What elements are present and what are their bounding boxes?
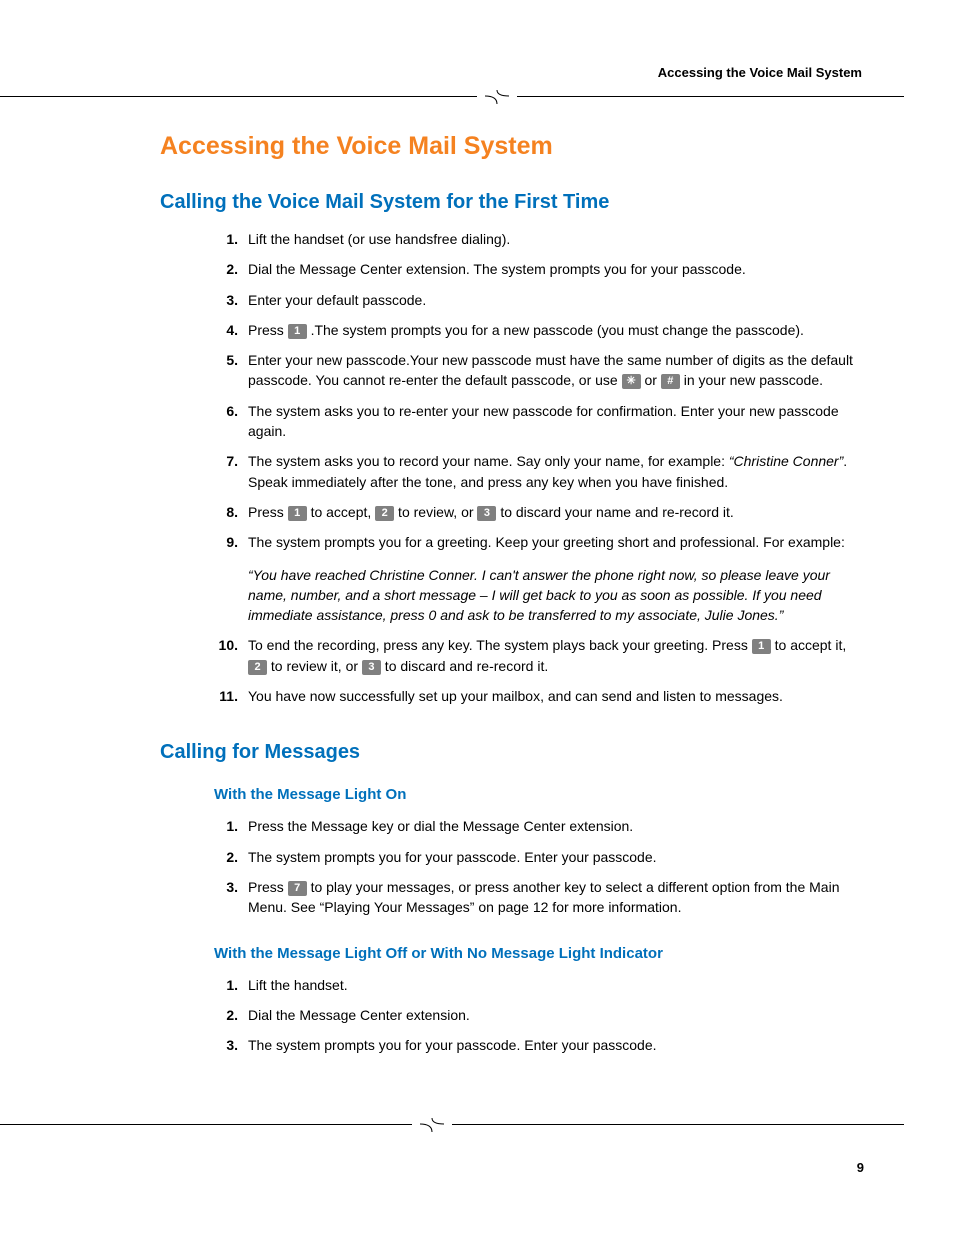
list-item: 10. To end the recording, press any key.… bbox=[214, 630, 864, 681]
step-text: Press bbox=[248, 322, 288, 338]
running-header: Accessing the Voice Mail System bbox=[130, 65, 864, 80]
list-item: 3.Enter your default passcode. bbox=[214, 285, 864, 315]
step-text: Enter your default passcode. bbox=[248, 292, 426, 308]
step-text: The system prompts you for a greeting. K… bbox=[248, 534, 845, 550]
page-footer: 9 bbox=[0, 1118, 864, 1175]
step-text: Lift the handset (or use handsfree diali… bbox=[248, 231, 510, 247]
section-calling-messages: Calling for Messages bbox=[160, 741, 864, 764]
step-text: Press bbox=[248, 879, 288, 895]
step-text: Dial the Message Center extension. bbox=[248, 1007, 470, 1023]
list-item: 1.Press the Message key or dial the Mess… bbox=[214, 811, 864, 841]
step-text: Lift the handset. bbox=[248, 977, 348, 993]
step-text: The system prompts you for your passcode… bbox=[248, 1037, 657, 1053]
step-text: Dial the Message Center extension. The s… bbox=[248, 261, 746, 277]
step-text: to review, or bbox=[394, 504, 477, 520]
list-item: 2.Dial the Message Center extension. bbox=[214, 1000, 864, 1030]
list-item: 7. The system asks you to record your na… bbox=[214, 446, 864, 497]
keypad-one-icon: 1 bbox=[288, 506, 307, 521]
list-item: 11.You have now successfully set up your… bbox=[214, 681, 864, 711]
list-item: 5. Enter your new passcode.Your new pass… bbox=[214, 345, 864, 396]
keypad-seven-icon: 7 bbox=[288, 881, 307, 896]
step-text: to play your messages, or press another … bbox=[248, 879, 839, 915]
list-item: 4. Press 1 .The system prompts you for a… bbox=[214, 315, 864, 345]
list-item: 9. The system prompts you for a greeting… bbox=[214, 527, 864, 630]
footer-rule bbox=[0, 1118, 864, 1132]
step-text: Press the Message key or dial the Messag… bbox=[248, 818, 633, 834]
step-text: The system asks you to record your name.… bbox=[248, 453, 729, 469]
keypad-three-icon: 3 bbox=[362, 660, 381, 675]
steps-light-off: 1.Lift the handset. 2.Dial the Message C… bbox=[214, 970, 864, 1061]
page-title: Accessing the Voice Mail System bbox=[160, 132, 864, 161]
steps-light-on: 1.Press the Message key or dial the Mess… bbox=[214, 811, 864, 922]
keypad-two-icon: 2 bbox=[248, 660, 267, 675]
step-text: to accept it, bbox=[771, 637, 846, 653]
list-item: 6.The system asks you to re-enter your n… bbox=[214, 396, 864, 447]
list-item: 2.The system prompts you for your passco… bbox=[214, 842, 864, 872]
step-text: Press bbox=[248, 504, 288, 520]
step-text: to review it, or bbox=[267, 658, 362, 674]
step-text: to discard your name and re-record it. bbox=[496, 504, 733, 520]
header-rule bbox=[130, 90, 864, 104]
list-item: 2.Dial the Message Center extension. The… bbox=[214, 254, 864, 284]
list-item: 1.Lift the handset. bbox=[214, 970, 864, 1000]
keypad-star-icon: ✳ bbox=[622, 374, 641, 389]
step-text: or bbox=[641, 372, 661, 388]
quoted-name: “Christine Conner” bbox=[729, 453, 843, 469]
page-number: 9 bbox=[0, 1160, 864, 1175]
keypad-two-icon: 2 bbox=[375, 506, 394, 521]
list-item: 8. Press 1 to accept, 2 to review, or 3 … bbox=[214, 497, 864, 527]
step-text: To end the recording, press any key. The… bbox=[248, 637, 752, 653]
step-text: You have now successfully set up your ma… bbox=[248, 688, 783, 704]
keypad-one-icon: 1 bbox=[288, 324, 307, 339]
keypad-three-icon: 3 bbox=[477, 506, 496, 521]
document-page: Accessing the Voice Mail System Accessin… bbox=[0, 0, 954, 1235]
steps-first-time: 1.Lift the handset (or use handsfree dia… bbox=[214, 224, 864, 711]
example-greeting: “You have reached Christine Conner. I ca… bbox=[248, 565, 864, 626]
step-text: to accept, bbox=[307, 504, 375, 520]
step-text: to discard and re-record it. bbox=[381, 658, 548, 674]
list-item: 3. Press 7 to play your messages, or pre… bbox=[214, 872, 864, 923]
keypad-one-icon: 1 bbox=[752, 639, 771, 654]
list-item: 3.The system prompts you for your passco… bbox=[214, 1030, 864, 1060]
step-text: in your new passcode. bbox=[680, 372, 823, 388]
step-text: The system asks you to re-enter your new… bbox=[248, 403, 839, 439]
section-first-time: Calling the Voice Mail System for the Fi… bbox=[160, 191, 864, 214]
subsection-light-on: With the Message Light On bbox=[214, 786, 864, 803]
list-item: 1.Lift the handset (or use handsfree dia… bbox=[214, 224, 864, 254]
keypad-hash-icon: # bbox=[661, 374, 680, 389]
step-text: The system prompts you for your passcode… bbox=[248, 849, 657, 865]
step-text: .The system prompts you for a new passco… bbox=[307, 322, 804, 338]
subsection-light-off: With the Message Light Off or With No Me… bbox=[214, 945, 864, 962]
